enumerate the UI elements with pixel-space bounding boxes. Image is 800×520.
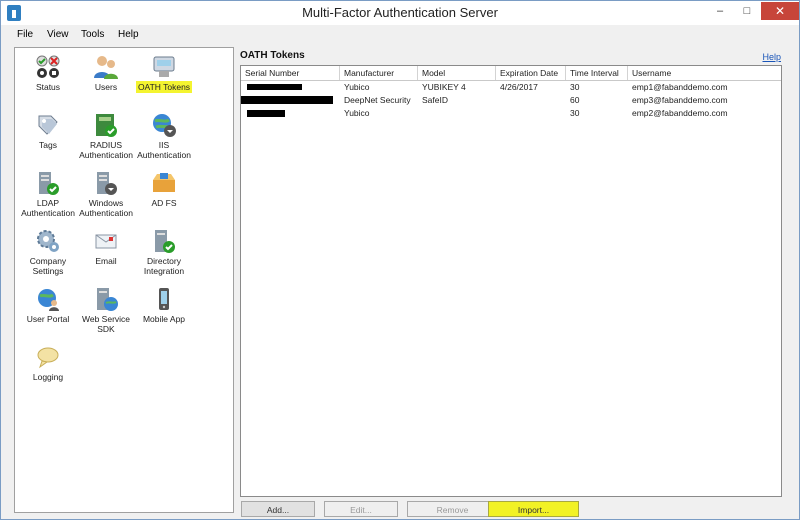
nav-email[interactable]: Email — [73, 228, 139, 266]
nav-iis-label: IIS Authentication — [137, 140, 191, 160]
oath-tokens-panel: OATH Tokens Help Serial Number Manufactu… — [238, 47, 783, 499]
directory-integration-icon — [151, 228, 177, 254]
nav-web-service-sdk[interactable]: Web Service SDK — [73, 286, 139, 334]
menu-file[interactable]: File — [17, 29, 33, 40]
cell-serial — [241, 81, 245, 94]
title-bar: Multi-Factor Authentication Server – □ ✕ — [1, 1, 799, 25]
nav-tags[interactable]: Tags — [15, 112, 81, 150]
windows-auth-icon — [93, 170, 119, 196]
table-header: Serial Number Manufacturer Model Expirat… — [241, 66, 781, 81]
nav-windows-auth[interactable]: Windows Authentication — [73, 170, 139, 218]
redaction-mark — [241, 96, 333, 104]
import-button[interactable]: Import... — [488, 501, 579, 517]
nav-users[interactable]: Users — [73, 54, 139, 92]
cell-interval: 60 — [570, 95, 580, 105]
app-window: Multi-Factor Authentication Server – □ ✕… — [0, 0, 800, 520]
col-model[interactable]: Model — [418, 66, 496, 80]
edit-button[interactable]: Edit... — [324, 501, 398, 517]
nav-ldap-label: LDAP Authentication — [21, 198, 75, 218]
close-button[interactable]: ✕ — [761, 2, 799, 20]
redaction-mark — [247, 110, 285, 117]
status-icon — [35, 54, 61, 80]
logging-icon — [35, 344, 61, 370]
nav-user-portal-label: User Portal — [26, 314, 70, 324]
company-settings-icon — [35, 228, 61, 254]
nav-iis[interactable]: IIS Authentication — [131, 112, 197, 160]
mobile-app-icon — [151, 286, 177, 312]
oath-tokens-icon — [151, 54, 177, 80]
col-expiration-date[interactable]: Expiration Date — [496, 66, 566, 80]
nav-windows-auth-label: Windows Authentication — [79, 198, 133, 218]
cell-model: YUBIKEY 4 — [422, 82, 466, 92]
cell-manufacturer: DeepNet Security — [344, 95, 411, 105]
menu-tools[interactable]: Tools — [81, 29, 104, 40]
cell-manufacturer: Yubico — [344, 82, 370, 92]
cell-username: emp1@fabanddemo.com — [632, 82, 728, 92]
redaction-mark — [247, 84, 302, 90]
nav-radius-label: RADIUS Authentication — [79, 140, 133, 160]
email-icon — [93, 228, 119, 254]
nav-company-settings[interactable]: Company Settings — [15, 228, 81, 276]
nav-status-label: Status — [35, 82, 61, 92]
nav-logging-label: Logging — [32, 372, 64, 382]
minimize-button[interactable]: – — [707, 2, 733, 20]
table-row[interactable]: DeepNet Security SafeID 60 emp3@fabandde… — [241, 94, 781, 107]
action-buttons: Add... Edit... Remove Import... — [238, 501, 783, 519]
cell-manufacturer: Yubico — [344, 108, 370, 118]
col-username[interactable]: Username — [628, 66, 781, 80]
help-link[interactable]: Help — [762, 52, 781, 62]
nav-user-portal[interactable]: User Portal — [15, 286, 81, 324]
nav-oath-tokens[interactable]: OATH Tokens — [131, 54, 197, 93]
navigation-panel: Status Users OATH Tokens Tags RADIUS Aut… — [14, 47, 234, 513]
tags-icon — [35, 112, 61, 138]
nav-web-service-sdk-label: Web Service SDK — [81, 314, 131, 334]
nav-radius[interactable]: RADIUS Authentication — [73, 112, 139, 160]
web-service-sdk-icon — [93, 286, 119, 312]
table-row[interactable]: Yubico YUBIKEY 4 4/26/2017 30 emp1@faban… — [241, 81, 781, 94]
user-portal-icon — [35, 286, 61, 312]
iis-icon — [151, 112, 177, 138]
col-time-interval[interactable]: Time Interval — [566, 66, 628, 80]
table-row[interactable]: Yubico 30 emp2@fabanddemo.com — [241, 107, 781, 120]
add-button[interactable]: Add... — [241, 501, 315, 517]
nav-logging[interactable]: Logging — [15, 344, 81, 382]
nav-oath-tokens-label: OATH Tokens — [135, 81, 193, 93]
remove-button[interactable]: Remove — [407, 501, 498, 517]
menu-bar: File View Tools Help — [1, 26, 799, 44]
panel-title: OATH Tokens — [240, 50, 305, 61]
cell-interval: 30 — [570, 108, 580, 118]
cell-model: SafeID — [422, 95, 448, 105]
cell-model — [418, 107, 422, 120]
col-serial-number[interactable]: Serial Number — [241, 66, 340, 80]
cell-serial — [241, 107, 245, 120]
nav-directory-integration-label: Directory Integration — [143, 256, 185, 276]
cell-username: emp3@fabanddemo.com — [632, 95, 728, 105]
nav-adfs-label: AD FS — [151, 198, 177, 208]
nav-mobile-app-label: Mobile App — [142, 314, 186, 324]
cell-interval: 30 — [570, 82, 580, 92]
nav-adfs[interactable]: AD FS — [131, 170, 197, 208]
radius-icon — [93, 112, 119, 138]
nav-email-label: Email — [95, 256, 117, 266]
maximize-button[interactable]: □ — [734, 2, 760, 20]
nav-mobile-app[interactable]: Mobile App — [131, 286, 197, 324]
menu-view[interactable]: View — [47, 29, 69, 40]
cell-expiration: 4/26/2017 — [500, 82, 538, 92]
cell-expiration — [496, 94, 500, 107]
menu-help[interactable]: Help — [118, 29, 139, 40]
col-manufacturer[interactable]: Manufacturer — [340, 66, 418, 80]
nav-tags-label: Tags — [39, 140, 57, 150]
cell-expiration — [496, 107, 500, 120]
nav-company-settings-label: Company Settings — [29, 256, 67, 276]
tokens-table[interactable]: Serial Number Manufacturer Model Expirat… — [240, 65, 782, 497]
adfs-icon — [151, 170, 177, 196]
nav-directory-integration[interactable]: Directory Integration — [131, 228, 197, 276]
nav-ldap[interactable]: LDAP Authentication — [15, 170, 81, 218]
ldap-icon — [35, 170, 61, 196]
cell-username: emp2@fabanddemo.com — [632, 108, 728, 118]
window-title: Multi-Factor Authentication Server — [302, 5, 498, 20]
users-icon — [93, 54, 119, 80]
nav-users-label: Users — [94, 82, 118, 92]
nav-status[interactable]: Status — [15, 54, 81, 92]
